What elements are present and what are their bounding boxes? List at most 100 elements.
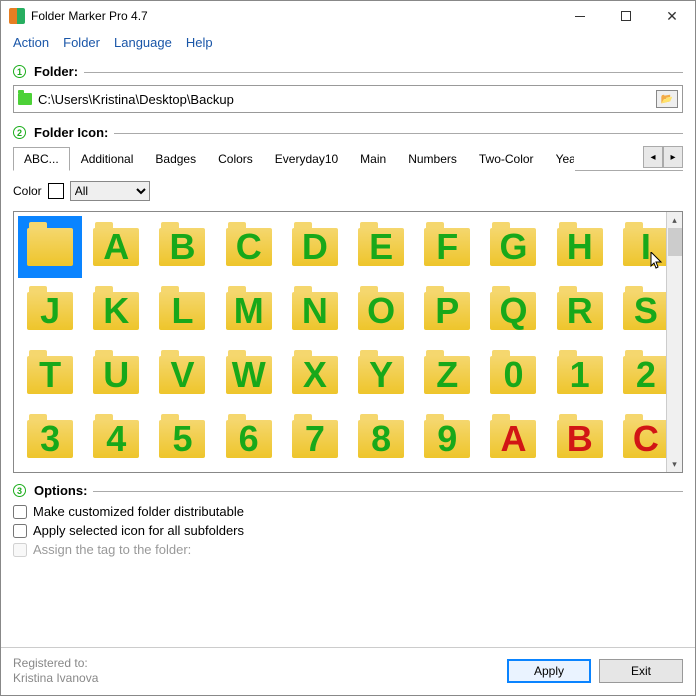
tab-main[interactable]: Main <box>349 147 397 171</box>
tab-scroll-left[interactable]: ◂ <box>643 146 663 168</box>
icon-letter: V <box>170 354 194 396</box>
window-buttons: ✕ <box>557 1 695 31</box>
icon-letter: Z <box>436 354 458 396</box>
icon-cell[interactable]: 3 <box>18 408 82 470</box>
tab-badges[interactable]: Badges <box>144 147 207 171</box>
icon-cell[interactable]: 9 <box>415 408 479 470</box>
icon-letter: G <box>499 226 527 268</box>
icon-cell[interactable]: B <box>150 216 214 278</box>
icon-cell[interactable]: M <box>217 280 281 342</box>
apply-button[interactable]: Apply <box>507 659 591 683</box>
icon-cell[interactable]: H <box>548 216 612 278</box>
menu-folder[interactable]: Folder <box>63 35 100 50</box>
icon-cell[interactable]: X <box>283 344 347 406</box>
icon-cell[interactable]: 7 <box>283 408 347 470</box>
icon-cell[interactable]: 5 <box>150 408 214 470</box>
icon-cell[interactable]: O <box>349 280 413 342</box>
icon-cell[interactable]: Z <box>415 344 479 406</box>
icon-cell[interactable]: V <box>150 344 214 406</box>
icon-letter: K <box>103 290 129 332</box>
icon-letter: J <box>40 290 60 332</box>
icon-cell[interactable]: N <box>283 280 347 342</box>
checkbox-tag <box>13 543 27 557</box>
menubar: Action Folder Language Help <box>1 31 695 58</box>
icon-cell[interactable]: Q <box>481 280 545 342</box>
icon-cell[interactable]: 6 <box>217 408 281 470</box>
section-folder-label: Folder: <box>34 64 78 79</box>
checkbox-subfolders[interactable] <box>13 524 27 538</box>
app-window: Folder Marker Pro 4.7 ✕ Action Folder La… <box>0 0 696 696</box>
step-badge-2: 2 <box>13 126 26 139</box>
icon-cell[interactable]: 8 <box>349 408 413 470</box>
scroll-thumb[interactable] <box>668 228 682 256</box>
section-icon-label: Folder Icon: <box>34 125 108 140</box>
section-options-label: Options: <box>34 483 87 498</box>
tab-numbers[interactable]: Numbers <box>397 147 468 171</box>
tab-colors[interactable]: Colors <box>207 147 264 171</box>
icon-cell[interactable]: Y <box>349 344 413 406</box>
icon-cell[interactable]: D <box>283 216 347 278</box>
icon-letter: 7 <box>305 418 325 460</box>
icon-cell[interactable]: C <box>217 216 281 278</box>
registration-info: Registered to: Kristina Ivanova <box>13 656 98 687</box>
icon-letter: N <box>302 290 328 332</box>
color-swatch <box>48 183 64 199</box>
folder-path[interactable]: C:\Users\Kristina\Desktop\Backup <box>38 92 656 107</box>
tab-year[interactable]: Year <box>545 147 575 171</box>
icon-tabs: ABC... Additional Badges Colors Everyday… <box>13 146 683 171</box>
step-badge-1: 1 <box>13 65 26 78</box>
browse-button[interactable]: 📂 <box>656 90 678 108</box>
icon-cell[interactable]: A <box>481 408 545 470</box>
folder-icon <box>18 93 32 105</box>
icon-cell[interactable]: F <box>415 216 479 278</box>
icon-cell[interactable]: A <box>84 216 148 278</box>
window-title: Folder Marker Pro 4.7 <box>31 9 557 23</box>
icon-letter: X <box>303 354 327 396</box>
icon-letter: Y <box>369 354 393 396</box>
icon-letter: D <box>302 226 328 268</box>
icon-cell[interactable]: 4 <box>84 408 148 470</box>
tab-additional[interactable]: Additional <box>70 147 145 171</box>
close-button[interactable]: ✕ <box>649 1 695 31</box>
icon-letter: M <box>234 290 264 332</box>
icon-cell[interactable]: E <box>349 216 413 278</box>
tab-scroll-right[interactable]: ▸ <box>663 146 683 168</box>
icon-cell[interactable]: 1 <box>548 344 612 406</box>
menu-help[interactable]: Help <box>186 35 213 50</box>
icon-cell[interactable]: G <box>481 216 545 278</box>
option-distributable[interactable]: Make customized folder distributable <box>13 504 683 519</box>
menu-language[interactable]: Language <box>114 35 172 50</box>
icon-cell[interactable]: T <box>18 344 82 406</box>
icon-letter: W <box>232 354 266 396</box>
icon-cell[interactable]: J <box>18 280 82 342</box>
color-select[interactable]: All <box>70 181 150 201</box>
tab-abc[interactable]: ABC... <box>13 147 70 171</box>
option-subfolders[interactable]: Apply selected icon for all subfolders <box>13 523 683 538</box>
icon-cell[interactable]: L <box>150 280 214 342</box>
icon-letter: 6 <box>239 418 259 460</box>
menu-action[interactable]: Action <box>13 35 49 50</box>
icon-cell[interactable]: B <box>548 408 612 470</box>
icon-letter: 8 <box>371 418 391 460</box>
icon-scrollbar[interactable]: ▴ ▾ <box>666 212 682 472</box>
exit-button[interactable]: Exit <box>599 659 683 683</box>
icon-grid: ABCDEFGHIJKLMNOPQRSTUVWXYZ0123456789ABC <box>16 214 680 472</box>
tab-everyday[interactable]: Everyday10 <box>264 147 349 171</box>
maximize-button[interactable] <box>603 1 649 31</box>
option-tag: Assign the tag to the folder: <box>13 542 683 557</box>
icon-cell[interactable]: 0 <box>481 344 545 406</box>
scroll-down-icon[interactable]: ▾ <box>667 456 682 472</box>
options-section: 3 Options: Make customized folder distri… <box>13 483 683 561</box>
minimize-button[interactable] <box>557 1 603 31</box>
icon-cell[interactable] <box>18 216 82 278</box>
scroll-up-icon[interactable]: ▴ <box>667 212 682 228</box>
icon-cell[interactable]: U <box>84 344 148 406</box>
checkbox-distributable[interactable] <box>13 505 27 519</box>
icon-cell[interactable]: K <box>84 280 148 342</box>
icon-letter: E <box>369 226 393 268</box>
icon-cell[interactable]: W <box>217 344 281 406</box>
icon-letter: 9 <box>437 418 457 460</box>
tab-twocolor[interactable]: Two-Color <box>468 147 545 171</box>
icon-cell[interactable]: P <box>415 280 479 342</box>
icon-cell[interactable]: R <box>548 280 612 342</box>
